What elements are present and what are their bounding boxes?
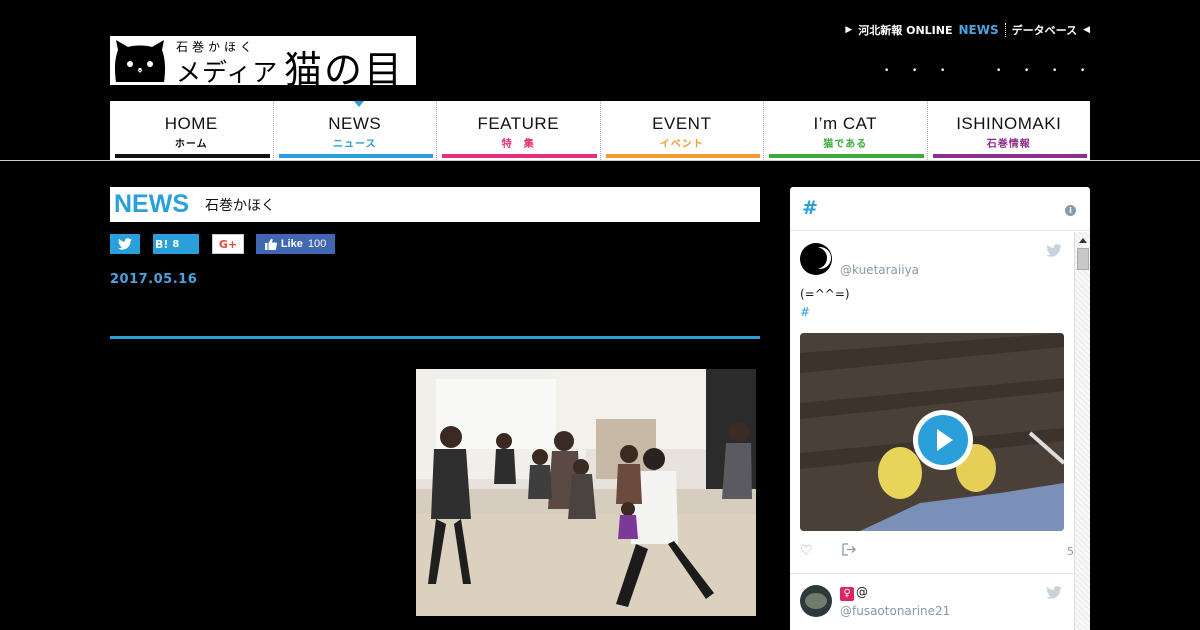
nav-item-feature[interactable]: FEATURE 特 集 bbox=[437, 101, 601, 160]
database-link[interactable]: データベース bbox=[1012, 22, 1077, 38]
nav-sublabel: 特 集 bbox=[501, 139, 535, 150]
play-icon bbox=[918, 415, 968, 465]
nav-sublabel: イベント bbox=[659, 139, 704, 150]
top-links: ▶ 河北新報 ONLINE NEWS データベース ◀ bbox=[845, 22, 1090, 38]
hatena-bookmark-button[interactable]: B! 8 bbox=[153, 234, 199, 254]
author-name-text: @ bbox=[856, 585, 868, 599]
social-dot-icon[interactable]: • bbox=[1052, 66, 1057, 76]
nav-underline bbox=[932, 154, 1087, 158]
scroll-thumb[interactable] bbox=[1077, 248, 1089, 270]
arrow-left-icon: ◀ bbox=[1083, 25, 1090, 35]
kahoku-online-link[interactable]: 河北新報 ONLINE bbox=[858, 22, 952, 38]
hatena-icon: B! bbox=[155, 237, 169, 251]
nav-label: HOME bbox=[164, 114, 218, 133]
tweet-handle[interactable]: @fusaotonarine21 bbox=[840, 604, 950, 618]
hatena-count: 8 bbox=[172, 238, 180, 250]
thumbs-up-icon bbox=[264, 238, 277, 250]
news-link[interactable]: NEWS bbox=[959, 23, 999, 37]
active-nav-indicator bbox=[354, 101, 364, 107]
nav-label: ISHINOMAKI bbox=[956, 114, 1062, 133]
nav-underline bbox=[769, 154, 924, 158]
nav-item-event[interactable]: EVENT イベント bbox=[601, 101, 764, 160]
tweet-author-name[interactable]: ♀ @ bbox=[840, 585, 868, 601]
nav-underline bbox=[278, 154, 433, 158]
cat-logo-icon bbox=[114, 40, 166, 82]
facebook-like-button[interactable]: Like 100 bbox=[256, 234, 335, 254]
page: 石巻かほく メディア 猫の目 ▶ 河北新報 ONLINE NEWS データベース… bbox=[0, 0, 1200, 630]
twitter-timeline-widget: # i @kuetaraiiya (=^^=) # ♡ 5 ♀ @ @fusao… bbox=[790, 187, 1090, 630]
social-dot-icon[interactable]: • bbox=[996, 66, 1001, 76]
nav-item-news[interactable]: NEWS ニュース bbox=[274, 101, 437, 160]
widget-scrollbar[interactable] bbox=[1074, 232, 1090, 630]
twitter-share-button[interactable] bbox=[110, 234, 140, 254]
social-dot-icon[interactable]: • bbox=[884, 66, 889, 76]
logo-name: 猫の目 bbox=[284, 48, 405, 92]
avatar[interactable] bbox=[800, 585, 832, 617]
arrow-right-icon: ▶ bbox=[845, 25, 853, 35]
article-date: 2017.05.16 bbox=[110, 272, 198, 287]
main-nav: HOME ホーム NEWS ニュース FEATURE 特 集 EVENT イベン… bbox=[110, 101, 1090, 160]
nav-underline bbox=[605, 154, 760, 158]
like-count: 5 bbox=[1067, 545, 1074, 558]
widget-header: # i bbox=[790, 187, 1090, 231]
twitter-bird-icon[interactable] bbox=[1046, 244, 1062, 257]
nav-sublabel: ホーム bbox=[174, 139, 208, 150]
nav-label: I’m CAT bbox=[813, 114, 878, 133]
scroll-up-icon[interactable] bbox=[1079, 238, 1087, 243]
nav-sublabel: 猫である bbox=[823, 139, 868, 150]
nav-item-home[interactable]: HOME ホーム bbox=[110, 101, 274, 160]
twitter-icon bbox=[118, 238, 132, 250]
section-title: NEWS 石巻かほく bbox=[110, 187, 760, 222]
tweet-divider bbox=[790, 573, 1074, 574]
nav-label: NEWS bbox=[328, 114, 382, 133]
twitter-bird-icon[interactable] bbox=[1046, 586, 1062, 599]
widget-hashtag[interactable]: # bbox=[802, 197, 818, 219]
heart-icon[interactable]: ♡ bbox=[800, 543, 813, 559]
dance-class-photo bbox=[416, 369, 756, 616]
social-dot-icon[interactable]: • bbox=[1024, 66, 1029, 76]
avatar[interactable] bbox=[800, 243, 832, 275]
tweet-hashtag[interactable]: # bbox=[800, 305, 810, 319]
share-icon[interactable] bbox=[842, 543, 856, 556]
social-dot-icon[interactable]: • bbox=[1080, 66, 1085, 76]
nav-item-ishinomaki[interactable]: ISHINOMAKI 石巻情報 bbox=[928, 101, 1091, 160]
tweet-text: (=^^=) bbox=[800, 287, 850, 301]
section-title-en: NEWS bbox=[114, 190, 189, 218]
nav-sublabel: ニュース bbox=[333, 139, 377, 150]
section-title-jp: 石巻かほく bbox=[205, 197, 275, 214]
logo-media: メディア bbox=[176, 58, 279, 87]
nav-item-im-cat[interactable]: I’m CAT 猫である bbox=[764, 101, 928, 160]
like-label: Like bbox=[280, 238, 303, 250]
info-icon[interactable]: i bbox=[1065, 205, 1076, 216]
nav-underline bbox=[442, 154, 597, 158]
female-sign-icon: ♀ bbox=[840, 587, 854, 601]
nav-underline bbox=[115, 154, 270, 158]
play-button[interactable] bbox=[913, 410, 973, 470]
google-plus-icon: G+ bbox=[218, 237, 238, 251]
like-count: 100 bbox=[307, 238, 327, 250]
nav-sublabel: 石巻情報 bbox=[986, 139, 1031, 150]
article-photo bbox=[416, 369, 756, 616]
article-divider bbox=[110, 336, 760, 339]
tweet-video[interactable] bbox=[800, 333, 1064, 531]
nav-label: FEATURE bbox=[477, 114, 560, 133]
tweet-actions: ♡ 5 bbox=[800, 543, 1074, 559]
divider bbox=[1004, 23, 1006, 37]
nav-label: EVENT bbox=[652, 114, 712, 133]
site-logo[interactable]: 石巻かほく メディア 猫の目 bbox=[110, 36, 416, 92]
tweet-handle[interactable]: @kuetaraiiya bbox=[840, 263, 919, 277]
header-divider bbox=[0, 160, 1200, 161]
google-plus-button[interactable]: G+ bbox=[212, 234, 244, 254]
social-dot-icon[interactable]: • bbox=[940, 66, 945, 76]
social-dot-icon[interactable]: • bbox=[912, 66, 917, 76]
